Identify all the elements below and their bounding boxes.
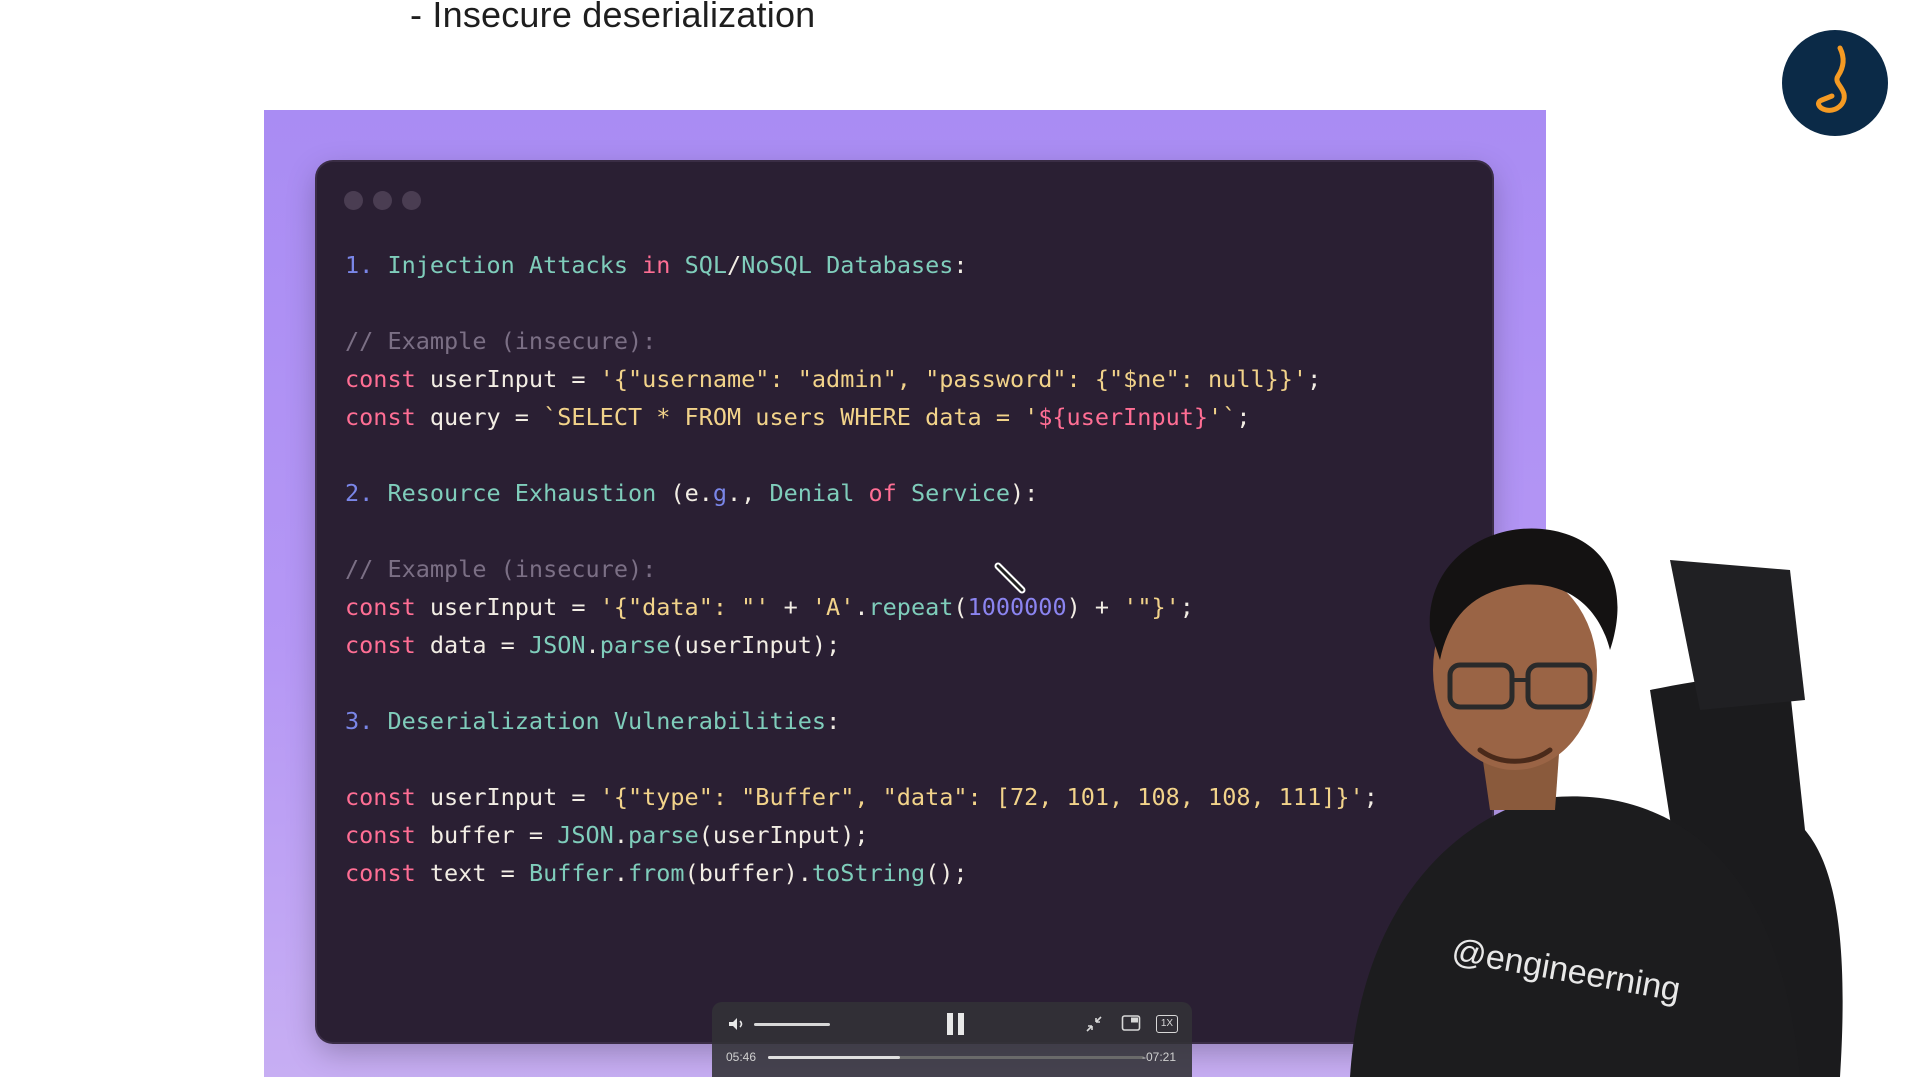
code-token: from xyxy=(627,859,685,887)
code-line: // Example (insecure): xyxy=(345,322,1492,360)
code-token: Resource Exhaustion xyxy=(387,479,671,507)
code-token: repeat xyxy=(868,593,954,621)
playback-speed-label: 1X xyxy=(1160,1018,1174,1029)
code-token: of xyxy=(868,479,911,507)
code-token: Deserialization Vulnerabilities xyxy=(387,707,827,735)
window-dot-icon xyxy=(344,191,363,210)
code-token: Buffer xyxy=(528,859,614,887)
code-token: // Example (insecure): xyxy=(345,555,657,583)
code-token: const xyxy=(345,631,430,659)
code-token: g xyxy=(712,479,728,507)
code-token: ): xyxy=(1010,479,1039,507)
code-token: `SELECT * FROM users WHERE data = ' xyxy=(543,403,1039,431)
code-token: userInput = xyxy=(429,365,600,393)
code-token: parse xyxy=(599,631,671,659)
code-token: userInput = xyxy=(429,783,600,811)
code-token: ; xyxy=(1236,403,1251,431)
code-token: ) + xyxy=(1066,593,1124,621)
code-token: text = xyxy=(429,859,529,887)
code-token: . xyxy=(854,593,869,621)
code-token: / xyxy=(727,251,742,279)
collapse-icon[interactable] xyxy=(1085,1015,1103,1033)
mouse-cursor-icon xyxy=(994,562,1026,594)
code-token: Denial xyxy=(769,479,869,507)
volume-slider[interactable] xyxy=(754,1023,830,1026)
code-line: 1. Injection Attacks in SQL/NoSQL Databa… xyxy=(345,246,1492,284)
code-token: buffer = xyxy=(429,821,558,849)
code-token: + xyxy=(769,593,812,621)
code-token: query = xyxy=(429,403,544,431)
code-line: const userInput = '{"username": "admin",… xyxy=(345,360,1492,398)
code-token: data = xyxy=(429,631,529,659)
code-token: 'A' xyxy=(811,593,855,621)
code-token: const xyxy=(345,783,430,811)
volume-icon[interactable] xyxy=(726,1014,746,1034)
code-token: const xyxy=(345,365,430,393)
code-token: 1000000 xyxy=(967,593,1067,621)
code-token: . xyxy=(585,631,600,659)
code-token: ${userInput} xyxy=(1038,403,1209,431)
picture-in-picture-icon[interactable] xyxy=(1121,1014,1141,1032)
window-controls xyxy=(344,191,421,210)
code-token: const xyxy=(345,859,430,887)
playback-speed-icon[interactable]: 1X xyxy=(1156,1015,1178,1033)
code-token: 3. xyxy=(345,707,388,735)
code-token: 2. xyxy=(345,479,388,507)
code-token: '` xyxy=(1208,403,1237,431)
code-token: 1. xyxy=(345,251,388,279)
code-token: (userInput); xyxy=(670,631,841,659)
window-dot-icon xyxy=(402,191,421,210)
code-token: ( xyxy=(953,593,968,621)
code-token: Injection Attacks xyxy=(387,251,643,279)
code-token: const xyxy=(345,593,430,621)
remaining-time: -07:21 xyxy=(1142,1050,1177,1064)
code-token: JSON xyxy=(528,631,586,659)
video-player-controls: 1X 05:46 -07:21 xyxy=(712,1002,1192,1077)
code-token: (); xyxy=(925,859,968,887)
code-token: ., xyxy=(727,479,770,507)
presenter-video: @engineerning xyxy=(1350,528,1843,1077)
code-token: : xyxy=(953,251,968,279)
video-frame: - Insecure deserialization 1. Injection … xyxy=(0,0,1909,1077)
progress-bar[interactable] xyxy=(768,1056,1144,1059)
code-token: SQL xyxy=(684,251,728,279)
code-token: . xyxy=(613,859,628,887)
code-token: (userInput); xyxy=(698,821,869,849)
code-token: . xyxy=(613,821,628,849)
code-token: (buffer). xyxy=(684,859,812,887)
code-token: // Example (insecure): xyxy=(345,327,657,355)
code-token: const xyxy=(345,403,430,431)
code-token: JSON xyxy=(557,821,614,849)
code-token: parse xyxy=(627,821,699,849)
code-token: '"}' xyxy=(1123,593,1180,621)
channel-logo-icon xyxy=(1782,30,1888,136)
code-token: userInput = xyxy=(429,593,600,621)
code-line: const query = `SELECT * FROM users WHERE… xyxy=(345,398,1492,436)
code-token: '{"username": "admin", "password": {"$ne… xyxy=(599,365,1308,393)
progress-fill xyxy=(768,1056,900,1059)
code-token: in xyxy=(642,251,685,279)
code-token: ; xyxy=(1179,593,1194,621)
code-token: : xyxy=(826,707,841,735)
code-token: NoSQL Databases xyxy=(741,251,954,279)
code-token: ; xyxy=(1307,365,1322,393)
pause-icon[interactable] xyxy=(944,1011,968,1037)
elapsed-time: 05:46 xyxy=(726,1050,757,1064)
slide-bullet-text: - Insecure deserialization xyxy=(410,0,816,35)
code-token: '{"data": "' xyxy=(599,593,770,621)
code-token: Service xyxy=(910,479,1011,507)
code-token: toString xyxy=(811,859,926,887)
code-token: const xyxy=(345,821,430,849)
code-token: (e. xyxy=(670,479,713,507)
window-dot-icon xyxy=(373,191,392,210)
